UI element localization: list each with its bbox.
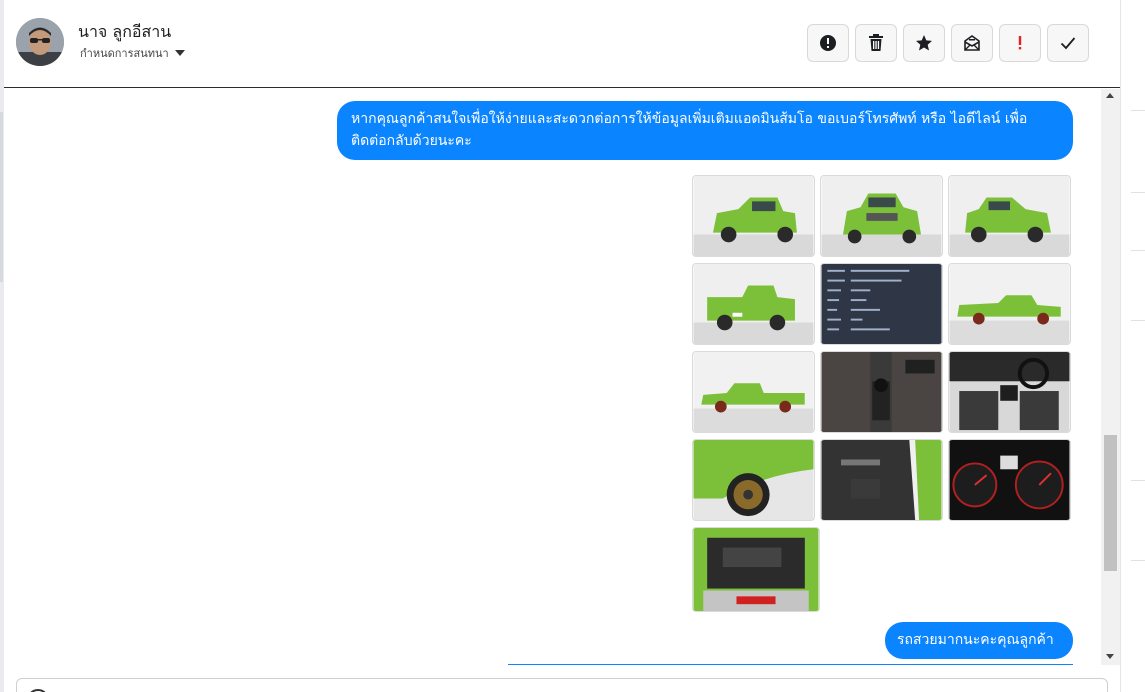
- exclamation-icon: [1018, 36, 1022, 50]
- photo-attachment[interactable]: [692, 351, 815, 433]
- alert-circle-icon: [820, 35, 836, 51]
- photo-attachment[interactable]: [692, 263, 815, 345]
- contact-name: นาจ ลูกอีสาน: [78, 22, 172, 41]
- photo-attachment[interactable]: [948, 175, 1071, 257]
- mark-important-button[interactable]: [999, 24, 1041, 62]
- avatar[interactable]: [16, 18, 64, 66]
- delete-button[interactable]: [855, 24, 897, 62]
- message-thread: หากคุณลูกค้าสนใจเพื่อให้ง่ายและสะดวกต่อก…: [4, 89, 1120, 665]
- message-bubble-partial: [508, 664, 1073, 665]
- conversation-header: นาจ ลูกอีสาน กำหนดการสนทนา: [4, 0, 1120, 88]
- scroll-down-arrow-icon[interactable]: [1106, 654, 1114, 659]
- assign-conversation-dropdown[interactable]: กำหนดการสนทนา: [80, 44, 185, 62]
- photo-attachment[interactable]: [948, 439, 1071, 521]
- envelope-icon: [964, 35, 980, 51]
- photo-attachment[interactable]: [692, 175, 815, 257]
- caret-down-icon: [174, 50, 185, 56]
- photo-attachment[interactable]: [820, 351, 943, 433]
- photo-attachment[interactable]: [820, 175, 943, 257]
- mark-spam-button[interactable]: [807, 24, 849, 62]
- mark-unread-button[interactable]: [951, 24, 993, 62]
- page: นาจ ลูกอีสาน กำหนดการสนทนา หากคุณลูกค้าส…: [0, 0, 1145, 692]
- star-icon: [916, 35, 932, 51]
- photo-attachment[interactable]: [948, 263, 1071, 345]
- message-bubble: รถสวยมากนะคะคุณลูกค้า: [885, 622, 1073, 659]
- scroll-thumb[interactable]: [1104, 435, 1117, 571]
- photo-attachment[interactable]: [948, 351, 1071, 433]
- action-toolbar: [807, 24, 1089, 62]
- assign-label: กำหนดการสนทนา: [80, 47, 169, 60]
- right-panel-edge: [1120, 0, 1145, 692]
- star-button[interactable]: [903, 24, 945, 62]
- mark-done-button[interactable]: [1047, 24, 1089, 62]
- trash-icon: [869, 34, 883, 51]
- message-bubble: หากคุณลูกค้าสนใจเพื่อให้ง่ายและสะดวกต่อก…: [337, 101, 1073, 160]
- photo-attachment[interactable]: [692, 439, 815, 521]
- scroll-up-arrow-icon[interactable]: [1106, 93, 1114, 98]
- check-icon: [1060, 37, 1076, 50]
- photo-attachment[interactable]: [692, 527, 820, 612]
- photo-attachment[interactable]: [820, 439, 943, 521]
- photo-attachment[interactable]: [820, 263, 943, 345]
- scrollbar[interactable]: [1101, 89, 1120, 665]
- reply-input[interactable]: [16, 678, 1108, 692]
